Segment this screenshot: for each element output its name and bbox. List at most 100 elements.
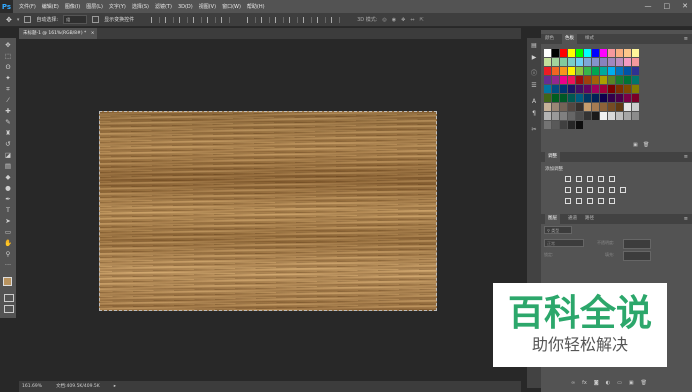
- swatch[interactable]: [600, 94, 607, 102]
- swatch[interactable]: [560, 94, 567, 102]
- levels-icon[interactable]: [576, 176, 582, 182]
- swatch[interactable]: [584, 94, 591, 102]
- swatch[interactable]: [568, 49, 575, 57]
- swatch[interactable]: [608, 94, 615, 102]
- tool-preset-icon[interactable]: ▾: [17, 17, 20, 23]
- swatch[interactable]: [576, 121, 583, 129]
- swatch[interactable]: [608, 85, 615, 93]
- distribute-hcenter-icon[interactable]: [303, 16, 313, 23]
- swatch[interactable]: [616, 103, 623, 111]
- swatch[interactable]: [568, 58, 575, 66]
- selective-color-icon[interactable]: [598, 198, 604, 204]
- swatch[interactable]: [624, 67, 631, 75]
- brightness-icon[interactable]: [565, 176, 571, 182]
- swatch[interactable]: [552, 76, 559, 84]
- minimize-icon[interactable]: —: [645, 2, 652, 10]
- swatch[interactable]: [592, 58, 599, 66]
- curves-icon[interactable]: [587, 176, 593, 182]
- swatch[interactable]: [576, 67, 583, 75]
- swatch[interactable]: [552, 85, 559, 93]
- gradient-map-icon[interactable]: [609, 198, 615, 204]
- swatch[interactable]: [576, 49, 583, 57]
- link-layers-icon[interactable]: ∞: [571, 380, 575, 386]
- swatch[interactable]: [608, 103, 615, 111]
- auto-select-checkbox[interactable]: [24, 16, 32, 23]
- menu-select[interactable]: 选择(S): [132, 3, 149, 10]
- delete-swatch-icon[interactable]: 🗑: [643, 142, 649, 148]
- swatch[interactable]: [552, 67, 559, 75]
- path-select-tool-icon[interactable]: ➤: [4, 217, 12, 225]
- align-hcenter-icon[interactable]: [207, 16, 217, 23]
- 3d-pan-icon[interactable]: ✥: [401, 17, 405, 23]
- swatch[interactable]: [552, 103, 559, 111]
- swatch[interactable]: [552, 58, 559, 66]
- swatch[interactable]: [616, 112, 623, 120]
- swatch[interactable]: [584, 58, 591, 66]
- paragraph-panel-icon[interactable]: ¶: [530, 110, 538, 118]
- black-white-icon[interactable]: [587, 187, 593, 193]
- swatch[interactable]: [632, 49, 639, 57]
- swatch[interactable]: [560, 103, 567, 111]
- swatch[interactable]: [616, 58, 623, 66]
- auto-select-dropdown[interactable]: 组: [63, 15, 88, 24]
- shape-tool-icon[interactable]: ▭: [4, 228, 12, 236]
- menu-type[interactable]: 文字(Y): [109, 3, 126, 10]
- swatch[interactable]: [592, 85, 599, 93]
- swatch[interactable]: [616, 67, 623, 75]
- panel-menu-icon[interactable]: ≡: [684, 152, 688, 162]
- swatch[interactable]: [560, 121, 567, 129]
- swatch[interactable]: [552, 112, 559, 120]
- properties-panel-icon[interactable]: ☰: [530, 82, 538, 90]
- menu-window[interactable]: 窗口(W): [222, 3, 241, 10]
- add-mask-icon[interactable]: ◙: [594, 380, 599, 386]
- crop-tool-icon[interactable]: ⌗: [4, 85, 12, 93]
- swatch[interactable]: [544, 112, 551, 120]
- 3d-orbit-icon[interactable]: ◎: [382, 17, 386, 23]
- swatch[interactable]: [552, 121, 559, 129]
- tab-layers[interactable]: 图层: [545, 214, 560, 224]
- threshold-icon[interactable]: [587, 198, 593, 204]
- move-tool-icon[interactable]: ✥: [6, 16, 12, 24]
- screen-mode-icon[interactable]: [4, 305, 14, 313]
- swatch[interactable]: [544, 67, 551, 75]
- swatch[interactable]: [592, 112, 599, 120]
- show-transform-checkbox[interactable]: [92, 16, 100, 23]
- menu-3d[interactable]: 3D(D): [178, 4, 193, 10]
- color-balance-icon[interactable]: [576, 187, 582, 193]
- pen-tool-icon[interactable]: ✒: [4, 195, 12, 203]
- swatch[interactable]: [600, 76, 607, 84]
- swatch[interactable]: [560, 85, 567, 93]
- swatch[interactable]: [584, 85, 591, 93]
- invert-icon[interactable]: [565, 198, 571, 204]
- swatch[interactable]: [544, 49, 551, 57]
- swatch[interactable]: [632, 103, 639, 111]
- swatch[interactable]: [616, 49, 623, 57]
- swatch[interactable]: [584, 112, 591, 120]
- panel-menu-icon[interactable]: ≡: [684, 34, 688, 44]
- swatch[interactable]: [592, 94, 599, 102]
- swatch[interactable]: [544, 121, 551, 129]
- swatch[interactable]: [544, 85, 551, 93]
- delete-layer-icon[interactable]: 🗑: [641, 380, 647, 386]
- info-panel-icon[interactable]: ⓘ: [530, 70, 538, 78]
- swatch[interactable]: [616, 94, 623, 102]
- swatch[interactable]: [568, 76, 575, 84]
- swatch[interactable]: [608, 49, 615, 57]
- swatch[interactable]: [616, 76, 623, 84]
- eyedropper-tool-icon[interactable]: ⁄: [4, 96, 12, 104]
- swatch[interactable]: [624, 85, 631, 93]
- healing-brush-tool-icon[interactable]: ✚: [4, 107, 12, 115]
- vibrance-icon[interactable]: [609, 176, 615, 182]
- status-arrow-icon[interactable]: ▸: [114, 381, 116, 392]
- exposure-icon[interactable]: [598, 176, 604, 182]
- swatch[interactable]: [584, 76, 591, 84]
- swatch[interactable]: [608, 76, 615, 84]
- tab-color[interactable]: 颜色: [545, 34, 554, 44]
- photo-filter-icon[interactable]: [598, 187, 604, 193]
- swatch[interactable]: [600, 103, 607, 111]
- menu-layer[interactable]: 图层(L): [86, 3, 103, 10]
- blur-tool-icon[interactable]: ◆: [4, 173, 12, 181]
- character-panel-icon[interactable]: A: [530, 98, 538, 106]
- swatch[interactable]: [560, 76, 567, 84]
- channel-mixer-icon[interactable]: [609, 187, 615, 193]
